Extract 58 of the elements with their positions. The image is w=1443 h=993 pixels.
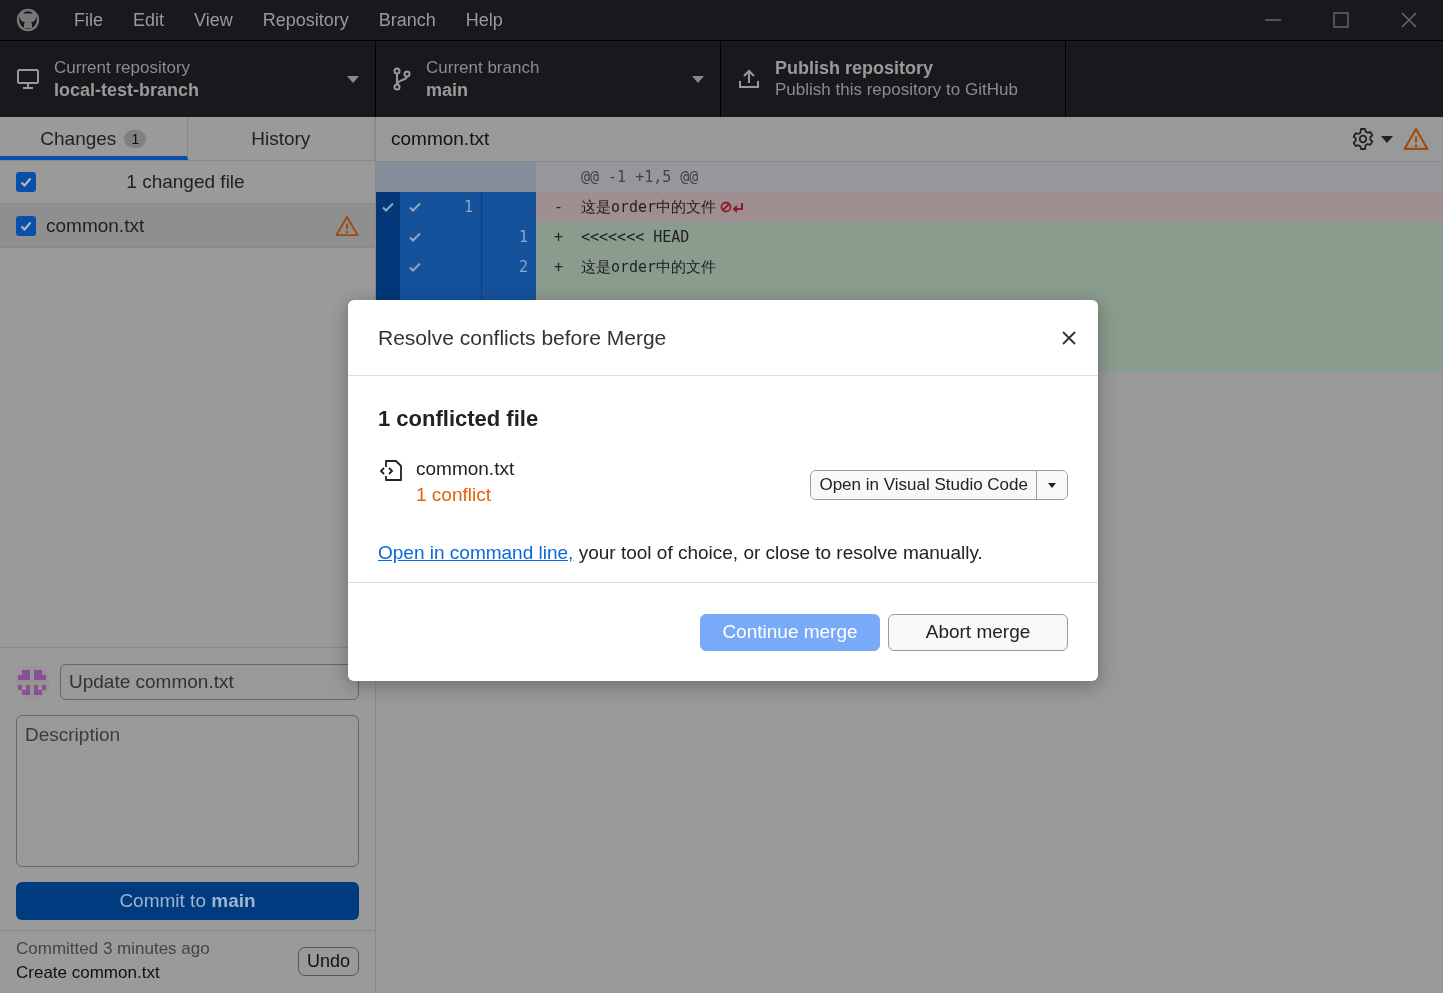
commit-time: Committed 3 minutes ago xyxy=(16,939,211,959)
tab[interactable]: Changes 1 xyxy=(0,117,188,160)
warning-icon xyxy=(1403,127,1429,151)
caret-icon xyxy=(1048,482,1056,488)
logo-icon xyxy=(16,8,40,32)
code-line: 这是order中的文件 xyxy=(581,257,717,277)
gutter-cell xyxy=(481,192,536,222)
undo-button[interactable]: Undo xyxy=(297,946,359,976)
line-number: 1 xyxy=(463,198,473,216)
settings-button[interactable] xyxy=(1351,127,1393,151)
menu-item[interactable]: Help xyxy=(449,9,517,31)
commit-message: Create common.txt xyxy=(16,963,161,983)
caret-icon xyxy=(1381,135,1393,143)
monitor-icon xyxy=(16,68,40,90)
file-name: common.txt xyxy=(391,128,490,150)
code-line: 这是order中的文件 xyxy=(581,197,717,217)
menu-item[interactable]: File xyxy=(58,9,117,31)
diff-marker: + xyxy=(553,228,564,246)
count-badge: 1 xyxy=(124,129,147,148)
upload-icon xyxy=(737,68,761,90)
file-name: common.txt xyxy=(46,214,146,237)
branch-icon xyxy=(392,67,412,91)
hunk-header: @@ -1 +1,5 @@ xyxy=(581,167,700,188)
dialog-title: Resolve conflicts before Merge xyxy=(378,325,668,350)
maximize-icon[interactable] xyxy=(1333,12,1349,28)
gutter-cell xyxy=(376,162,400,192)
settings-icon xyxy=(1351,127,1375,151)
tab[interactable]: History xyxy=(187,117,375,160)
conflict-count: 1 conflict xyxy=(416,484,492,506)
menu-item[interactable]: Edit xyxy=(117,9,179,31)
gutter-cell[interactable] xyxy=(376,192,400,222)
changed-files-count: 1 changed file xyxy=(125,171,246,193)
diff-marker: + xyxy=(553,258,564,276)
summary-field[interactable]: Update common.txt xyxy=(60,664,359,700)
hint-text: Open in command line, your tool of choice, or close to resolve manually. xyxy=(378,542,984,564)
dropdown-button[interactable] xyxy=(1037,471,1067,499)
diff-marker: - xyxy=(553,198,564,216)
description-field[interactable]: Description xyxy=(16,715,359,867)
menu-item[interactable]: Branch xyxy=(362,9,450,31)
caret-icon xyxy=(347,75,359,83)
close-icon[interactable] xyxy=(1062,330,1076,345)
menu-item[interactable]: Repository xyxy=(246,9,363,31)
code-line: <<<<<<< HEAD xyxy=(581,228,690,246)
checkmark-icon xyxy=(19,175,33,189)
section-heading: 1 conflicted file xyxy=(378,406,540,432)
checkbox[interactable] xyxy=(16,172,36,192)
checkbox[interactable] xyxy=(16,215,36,236)
abort-merge-button[interactable]: Abort merge xyxy=(888,613,1068,651)
menu-item[interactable]: View xyxy=(178,9,247,31)
commit-button[interactable]: Commit to main xyxy=(16,882,359,920)
line-number: 1 xyxy=(481,222,536,252)
file-code-icon xyxy=(378,458,404,482)
caret-icon xyxy=(692,75,704,83)
open-editor-button[interactable]: Open in Visual Studio Code xyxy=(811,471,1037,499)
command-line-link[interactable]: Open in command line, xyxy=(378,542,574,563)
file-list-item[interactable]: common.txt xyxy=(0,204,375,248)
file-name: common.txt xyxy=(416,458,516,480)
line-number: 2 xyxy=(481,252,536,282)
